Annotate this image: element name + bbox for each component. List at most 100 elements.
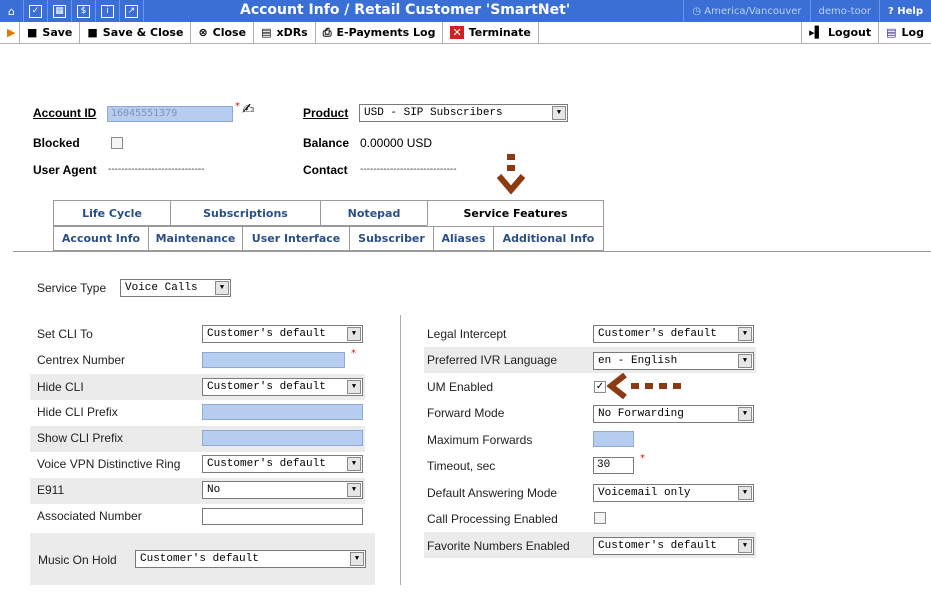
set-cli-select[interactable]: Customer's default ▼ xyxy=(202,325,363,343)
chevron-down-icon: ▼ xyxy=(347,327,361,341)
tabs-row-1: Life Cycle Subscriptions Notepad Service… xyxy=(53,200,604,226)
assoc-number-field[interactable] xyxy=(202,508,363,525)
hide-cli-label: Hide CLI xyxy=(37,380,84,394)
product-select[interactable]: USD - SIP Subscribers ▼ xyxy=(359,104,568,122)
tab-maintenance[interactable]: Maintenance xyxy=(148,226,242,251)
tab-aliases[interactable]: Aliases xyxy=(433,226,493,251)
forward-mode-select[interactable]: No Forwarding ▼ xyxy=(593,405,754,423)
printer-icon: ⎙ xyxy=(322,25,332,39)
edit-pencil-icon[interactable]: ✍ xyxy=(242,100,255,118)
terminate-label: Terminate xyxy=(468,26,531,39)
centrex-field[interactable] xyxy=(202,352,345,368)
tab-user-interface[interactable]: User Interface xyxy=(242,226,349,251)
close-button[interactable]: ⊗ Close xyxy=(191,22,255,43)
um-enabled-checkbox[interactable]: ✓ xyxy=(594,381,606,393)
dollar-icon[interactable]: $ xyxy=(72,0,96,22)
required-mark: * xyxy=(351,348,356,359)
hide-cli-value: Customer's default xyxy=(207,381,326,393)
log-button[interactable]: ▤ Log xyxy=(879,22,931,43)
hide-prefix-field[interactable] xyxy=(202,404,363,420)
account-id-field[interactable]: 16045551379 xyxy=(107,106,233,122)
terminate-button[interactable]: ✕ Terminate xyxy=(443,22,539,43)
chevron-down-icon: ▼ xyxy=(350,552,364,566)
log-icon: ▤ xyxy=(886,26,897,39)
info-icon[interactable]: i xyxy=(96,0,120,22)
timeout-label: Timeout, sec xyxy=(427,459,496,473)
save-button[interactable]: ■ Save xyxy=(20,22,81,43)
chevron-down-icon: ▼ xyxy=(347,483,361,497)
assoc-number-label: Associated Number xyxy=(37,509,142,523)
check-icon[interactable]: ✓ xyxy=(24,0,48,22)
hide-cli-select[interactable]: Customer's default ▼ xyxy=(202,378,363,396)
tab-life-cycle[interactable]: Life Cycle xyxy=(53,200,170,226)
ivr-language-select[interactable]: en - English ▼ xyxy=(593,352,754,370)
moh-select[interactable]: Customer's default ▼ xyxy=(135,550,366,568)
call-processing-checkbox[interactable] xyxy=(594,512,606,524)
max-forwards-label: Maximum Forwards xyxy=(427,433,533,447)
timeout-field[interactable]: 30 xyxy=(593,457,634,474)
favorite-numbers-value: Customer's default xyxy=(598,540,717,552)
moh-value: Customer's default xyxy=(140,553,259,565)
balance-value: 0.00000 USD xyxy=(360,136,433,150)
blocked-checkbox[interactable] xyxy=(111,137,123,149)
timezone-link[interactable]: ◷ America/Vancouver xyxy=(683,0,809,22)
tab-subscriptions[interactable]: Subscriptions xyxy=(170,200,320,226)
product-label[interactable]: Product xyxy=(303,106,348,120)
terminate-icon: ✕ xyxy=(450,26,464,39)
show-prefix-label: Show CLI Prefix xyxy=(37,431,124,445)
home-icon[interactable]: ⌂ xyxy=(0,0,24,22)
tab-notepad[interactable]: Notepad xyxy=(320,200,427,226)
favorite-numbers-label: Favorite Numbers Enabled xyxy=(427,539,570,553)
e911-label: E911 xyxy=(37,483,65,497)
chevron-down-icon: ▼ xyxy=(215,281,229,295)
tab-subscriber[interactable]: Subscriber xyxy=(349,226,433,251)
show-prefix-field[interactable] xyxy=(202,430,363,446)
play-icon[interactable]: ▶ xyxy=(0,22,20,43)
help-link[interactable]: ? Help xyxy=(878,0,931,22)
tab-divider xyxy=(13,251,931,252)
call-processing-label: Call Processing Enabled xyxy=(427,512,558,526)
page-title: Account Info / Retail Customer 'SmartNet… xyxy=(240,2,571,18)
answering-mode-select[interactable]: Voicemail only ▼ xyxy=(593,484,754,502)
max-forwards-field[interactable] xyxy=(593,431,634,447)
service-type-value: Voice Calls xyxy=(125,282,198,294)
e911-select[interactable]: No ▼ xyxy=(202,481,363,499)
service-type-select[interactable]: Voice Calls ▼ xyxy=(120,279,231,297)
user-agent-label: User Agent xyxy=(33,163,97,177)
user-link[interactable]: demo-toor xyxy=(809,0,879,22)
tab-additional-info[interactable]: Additional Info xyxy=(493,226,604,251)
vpn-ring-select[interactable]: Customer's default ▼ xyxy=(202,455,363,473)
xdrs-label: xDRs xyxy=(276,26,308,39)
close-icon: ⊗ xyxy=(198,26,208,39)
logout-label: Logout xyxy=(828,26,872,39)
answering-mode-label: Default Answering Mode xyxy=(427,486,558,500)
ivr-language-label: Preferred IVR Language xyxy=(427,353,558,367)
legal-intercept-select[interactable]: Customer's default ▼ xyxy=(593,325,754,343)
save-close-button[interactable]: ■ Save & Close xyxy=(80,22,192,43)
epayments-button[interactable]: ⎙ E-Payments Log xyxy=(316,22,444,43)
tab-account-info[interactable]: Account Info xyxy=(53,226,148,251)
down-arrow-annotation xyxy=(497,154,526,195)
xdrs-button[interactable]: ▤ xDRs xyxy=(254,22,316,43)
save-close-label: Save & Close xyxy=(102,26,184,39)
set-cli-value: Customer's default xyxy=(207,328,326,340)
chevron-down-icon: ▼ xyxy=(738,486,752,500)
balance-label: Balance xyxy=(303,136,350,150)
account-id-label[interactable]: Account ID xyxy=(33,106,96,120)
contact-value: ----------------------------- xyxy=(360,164,457,175)
title-bar: ⌂ ✓ ▦ $ i ↗ Account Info / Retail Custom… xyxy=(0,0,931,22)
chevron-down-icon: ▼ xyxy=(347,457,361,471)
list-icon: ▤ xyxy=(261,26,272,39)
chevron-down-icon: ▼ xyxy=(347,380,361,394)
centrex-label: Centrex Number xyxy=(37,353,126,367)
toolbar: ▶ ■ Save ■ Save & Close ⊗ Close ▤ xDRs ⎙ E-Pa… xyxy=(0,22,931,44)
tab-service-features[interactable]: Service Features xyxy=(427,200,604,226)
chart-icon[interactable]: ↗ xyxy=(120,0,144,22)
forward-mode-label: Forward Mode xyxy=(427,406,505,420)
save-label: Save xyxy=(42,26,73,39)
ivr-language-value: en - English xyxy=(598,355,678,367)
favorite-numbers-select[interactable]: Customer's default ▼ xyxy=(593,537,754,555)
logout-button[interactable]: ▸▌ Logout xyxy=(802,22,880,43)
grid-icon[interactable]: ▦ xyxy=(48,0,72,22)
legal-intercept-label: Legal Intercept xyxy=(427,327,507,341)
